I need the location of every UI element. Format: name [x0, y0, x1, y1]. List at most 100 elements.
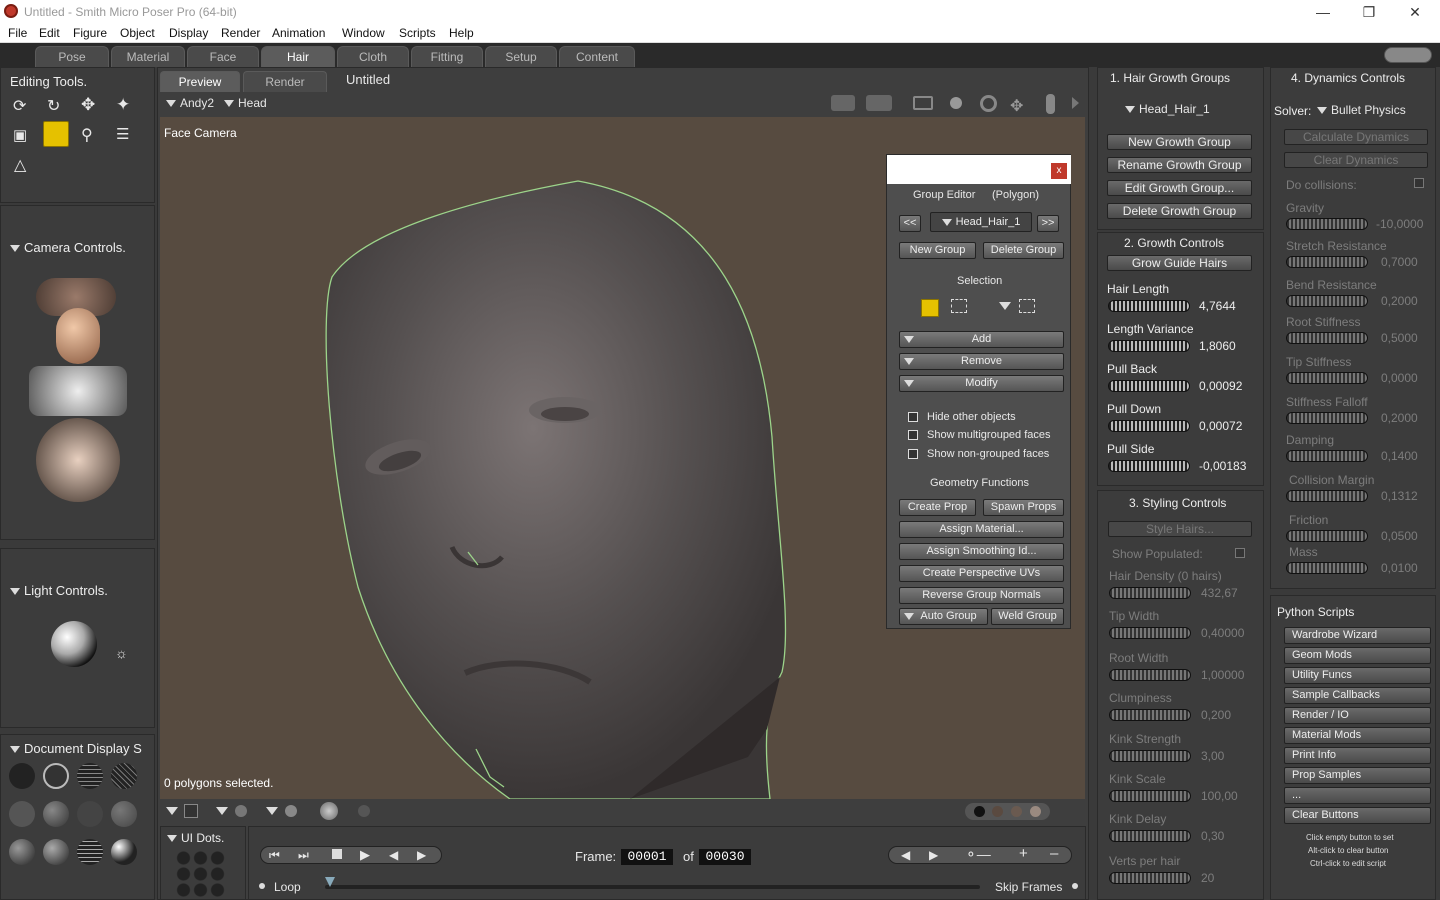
- direct-manipulation-icon[interactable]: △: [14, 155, 26, 175]
- total-frames-field[interactable]: 00030: [699, 849, 751, 865]
- scale-icon[interactable]: ▣: [13, 126, 27, 144]
- close-icon[interactable]: ✕: [1392, 2, 1438, 22]
- go-to-end-icon[interactable]: ⏭: [298, 848, 309, 863]
- collapse-icon[interactable]: [10, 245, 20, 253]
- friction-dial[interactable]: [1286, 530, 1368, 542]
- next-key-icon[interactable]: ▶: [929, 848, 938, 862]
- assign-smoothing-button[interactable]: Assign Smoothing Id...: [899, 543, 1064, 560]
- layer-dot-3-icon[interactable]: [1011, 806, 1022, 817]
- create-prop-button[interactable]: Create Prop: [899, 499, 976, 516]
- show-multigrouped-checkbox[interactable]: [908, 430, 918, 440]
- group-dropdown[interactable]: Head_Hair_1: [930, 212, 1032, 232]
- room-help-icon[interactable]: [1384, 47, 1432, 63]
- add-dropdown-button[interactable]: Add: [899, 331, 1064, 348]
- friction-value[interactable]: 0,0500: [1381, 529, 1418, 543]
- camera-head-icon[interactable]: [56, 308, 100, 364]
- sphere-icon[interactable]: [950, 97, 962, 109]
- kink-strength-dial[interactable]: [1109, 750, 1191, 762]
- script-button-clear-buttons[interactable]: Clear Buttons: [1284, 807, 1431, 824]
- tip-stiffness-value[interactable]: 0,0000: [1381, 371, 1418, 385]
- bend-resistance-dial[interactable]: [1286, 295, 1368, 307]
- view-magnifier-icon[interactable]: ⚲: [81, 125, 93, 145]
- go-to-start-icon[interactable]: ⏮: [269, 848, 280, 863]
- menu-scripts[interactable]: Scripts: [399, 26, 436, 40]
- shadow-color-icon[interactable]: [235, 805, 247, 817]
- close-icon[interactable]: x: [1051, 163, 1067, 179]
- rename-growth-group-button[interactable]: Rename Growth Group: [1107, 157, 1252, 173]
- camera-select-icon[interactable]: [831, 95, 855, 111]
- timeline-scrubber[interactable]: [325, 885, 980, 889]
- smooth-shaded-style-icon[interactable]: [9, 839, 35, 865]
- layer-dot-4-icon[interactable]: [1030, 806, 1041, 817]
- add-key-icon[interactable]: +: [1019, 845, 1028, 862]
- tab-fitting[interactable]: Fitting: [411, 46, 483, 67]
- foreground-color-icon[interactable]: [320, 802, 338, 820]
- hair-density-value[interactable]: 432,67: [1201, 586, 1238, 600]
- hair-length-value[interactable]: 4,7644: [1199, 299, 1236, 313]
- damping-dial[interactable]: [1286, 450, 1368, 462]
- stretch-resistance-dial[interactable]: [1286, 256, 1368, 268]
- length-variance-value[interactable]: 1,8060: [1199, 339, 1236, 353]
- rotate-icon[interactable]: ⟳: [13, 96, 26, 116]
- collapse-icon[interactable]: [167, 835, 177, 843]
- script-button-material-mods[interactable]: Material Mods: [1284, 727, 1431, 744]
- palette-header[interactable]: [887, 155, 1071, 184]
- mass-value[interactable]: 0,0100: [1381, 561, 1418, 575]
- next-group-button[interactable]: >>: [1037, 215, 1059, 232]
- hair-density-dial[interactable]: [1109, 587, 1191, 599]
- pull-back-value[interactable]: 0,00092: [1199, 379, 1242, 393]
- spawn-props-button[interactable]: Spawn Props: [983, 499, 1064, 516]
- menu-display[interactable]: Display: [169, 26, 208, 40]
- step-back-icon[interactable]: ◀: [389, 848, 398, 862]
- key-icon[interactable]: ⚬—: [965, 846, 991, 863]
- auto-group-button[interactable]: Auto Group: [899, 608, 988, 625]
- prev-key-icon[interactable]: ◀: [901, 848, 910, 862]
- menu-edit[interactable]: Edit: [39, 26, 60, 40]
- delete-group-button[interactable]: Delete Group: [983, 242, 1064, 259]
- actor-selector[interactable]: Head: [224, 96, 267, 110]
- gravity-dial[interactable]: [1286, 218, 1368, 230]
- ground-color-icon[interactable]: [285, 805, 297, 817]
- script-button-empty[interactable]: ...: [1284, 787, 1431, 804]
- restore-icon[interactable]: ❐: [1346, 2, 1392, 22]
- tip-width-dial[interactable]: [1109, 627, 1191, 639]
- grouping-tool-icon[interactable]: [43, 121, 69, 147]
- hide-other-checkbox[interactable]: [908, 412, 918, 422]
- light-color-icon[interactable]: [358, 805, 370, 817]
- more-tools-icon[interactable]: [1072, 97, 1079, 109]
- menu-help[interactable]: Help: [449, 26, 474, 40]
- new-growth-group-button[interactable]: New Growth Group: [1107, 134, 1252, 150]
- pull-down-dial[interactable]: [1108, 420, 1190, 432]
- script-button-utility-funcs[interactable]: Utility Funcs: [1284, 667, 1431, 684]
- menu-object[interactable]: Object: [120, 26, 155, 40]
- camera-move-icon[interactable]: [29, 366, 127, 416]
- selection-mode-dropdown-icon[interactable]: [999, 302, 1011, 310]
- current-frame-field[interactable]: 00001: [621, 849, 673, 865]
- root-width-value[interactable]: 1,00000: [1201, 668, 1244, 682]
- flat-shaded-style-icon[interactable]: [43, 801, 69, 827]
- do-collisions-checkbox[interactable]: [1414, 178, 1424, 188]
- root-stiffness-dial[interactable]: [1286, 332, 1368, 344]
- dolly-icon[interactable]: [1046, 94, 1055, 114]
- verts-per-hair-dial[interactable]: [1109, 872, 1191, 884]
- shadow-options-icon[interactable]: [216, 807, 228, 815]
- tab-hair[interactable]: Hair: [261, 46, 335, 67]
- tab-face[interactable]: Face: [187, 46, 259, 67]
- skip-frames-radio[interactable]: [1072, 883, 1078, 889]
- hair-length-dial[interactable]: [1108, 300, 1190, 312]
- delete-growth-group-button[interactable]: Delete Growth Group: [1107, 203, 1252, 219]
- menu-animation[interactable]: Animation: [272, 26, 325, 40]
- wireframe-style-icon[interactable]: [77, 763, 103, 789]
- style-hairs-button[interactable]: Style Hairs...: [1108, 521, 1252, 537]
- kink-scale-value[interactable]: 100,00: [1201, 789, 1238, 803]
- tab-pose[interactable]: Pose: [35, 46, 109, 67]
- script-button-prop-samples[interactable]: Prop Samples: [1284, 767, 1431, 784]
- root-width-dial[interactable]: [1109, 669, 1191, 681]
- pull-side-dial[interactable]: [1108, 460, 1190, 472]
- script-button-wardrobe-wizard[interactable]: Wardrobe Wizard: [1284, 627, 1431, 644]
- background-color-icon[interactable]: [184, 804, 198, 818]
- menu-figure[interactable]: Figure: [73, 26, 107, 40]
- menu-file[interactable]: File: [8, 26, 27, 40]
- scrubber-handle-icon[interactable]: [325, 877, 335, 887]
- orbit-icon[interactable]: [980, 95, 997, 112]
